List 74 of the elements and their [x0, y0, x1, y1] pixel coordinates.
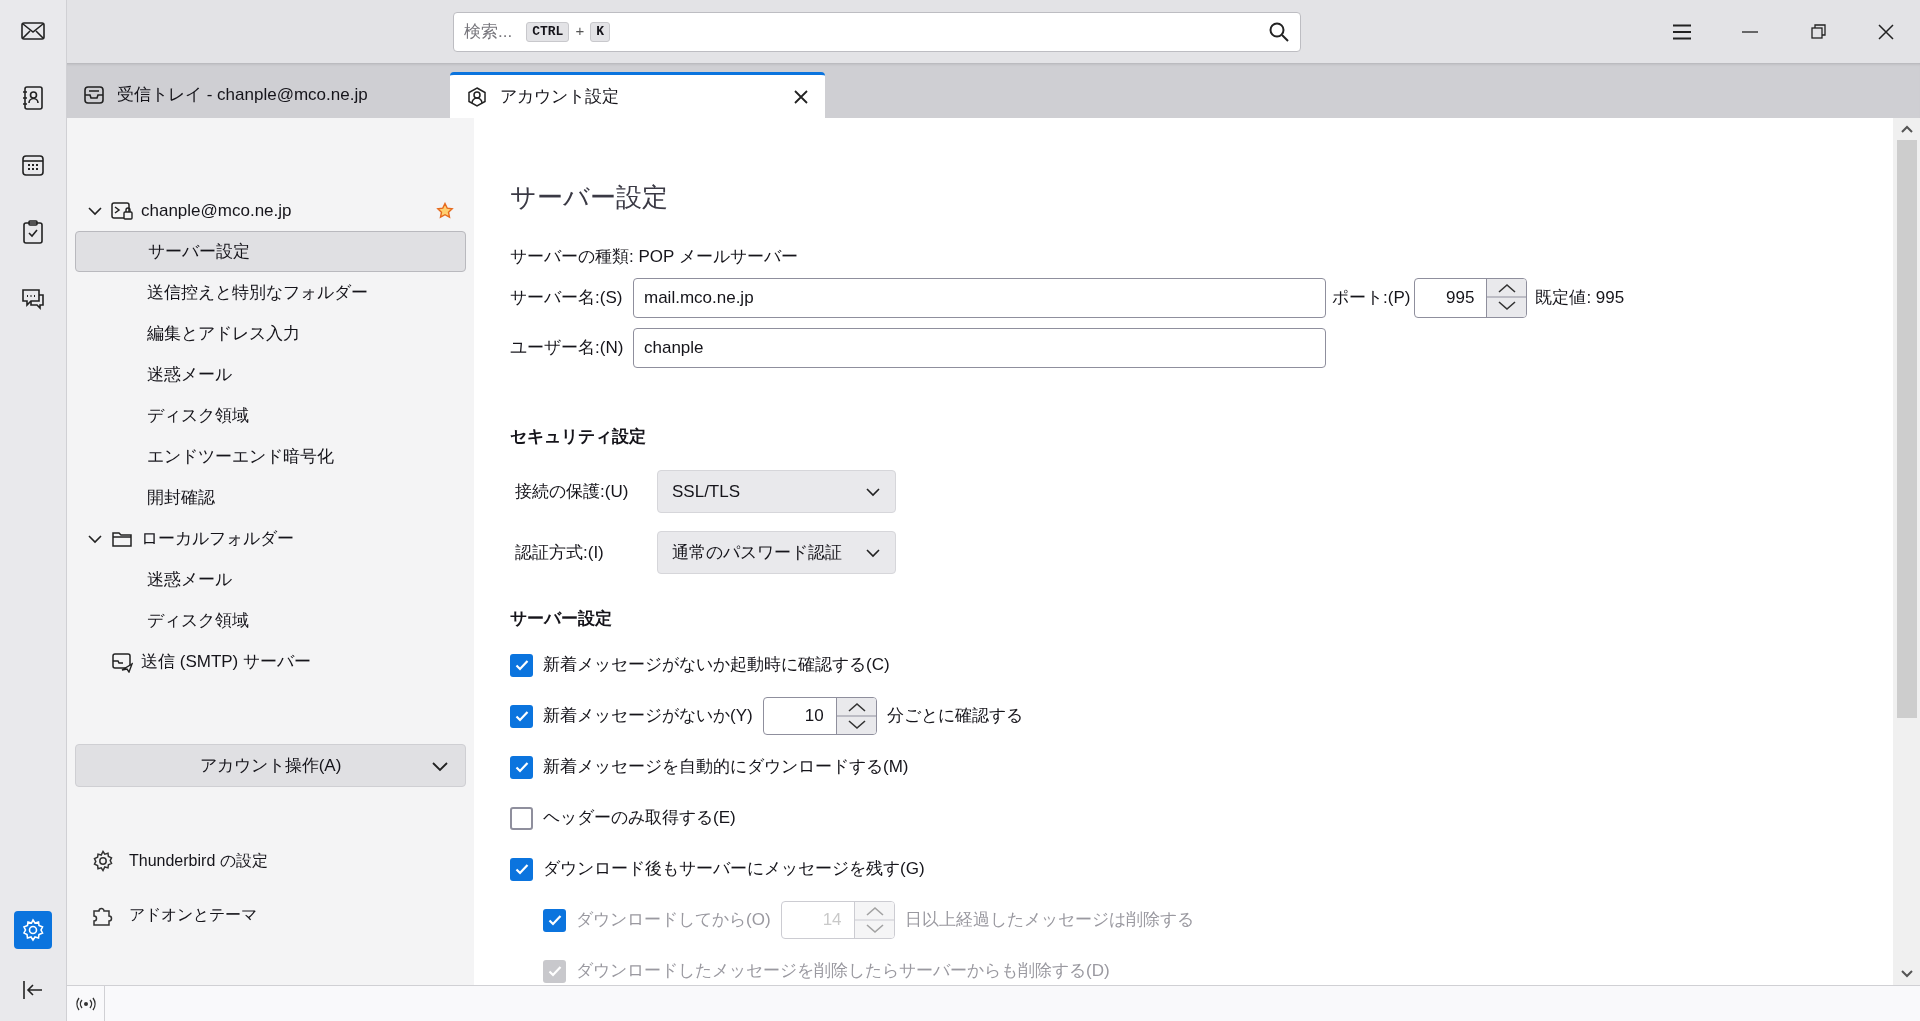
page-title: サーバー設定 — [510, 181, 669, 214]
tree-item[interactable]: ローカルフォルダー — [75, 518, 466, 559]
restore-icon[interactable] — [1810, 24, 1826, 39]
dropdown[interactable]: 通常のパスワード認証 — [657, 531, 896, 574]
search-icon[interactable] — [1268, 20, 1290, 43]
field-label: ポート:(P) — [1332, 286, 1411, 309]
option-label: ダウンロードしてから(O) — [576, 909, 771, 932]
tab[interactable]: アカウント設定 — [450, 72, 825, 118]
account-actions-button[interactable]: アカウント操作(A) — [75, 744, 466, 787]
field-label: ユーザー名:(N) — [510, 336, 625, 359]
plus-sign: + — [575, 21, 585, 42]
menu-icon[interactable] — [1672, 23, 1692, 40]
option-label: ヘッダーのみ取得する(E) — [543, 807, 736, 830]
settings-icon[interactable] — [14, 911, 52, 949]
tree-item[interactable]: 送信控えと特別なフォルダー — [75, 272, 466, 313]
checkbox[interactable] — [510, 806, 533, 830]
field-label: 接続の保護:(U) — [515, 480, 630, 503]
search-field[interactable]: 検索... CTRL + K — [453, 11, 1301, 52]
scrollbar[interactable] — [1893, 118, 1920, 985]
checkbox[interactable] — [510, 755, 533, 779]
option-label: 新着メッセージがないか(Y) — [543, 705, 753, 728]
inbox-icon — [83, 84, 105, 106]
outbox-icon — [111, 650, 133, 673]
tree-item[interactable]: 迷惑メール — [75, 559, 466, 600]
option-label: 新着メッセージを自動的にダウンロードする(M) — [543, 756, 909, 779]
close-icon[interactable] — [1878, 23, 1894, 40]
tree-item[interactable]: chanple@mco.ne.jp — [75, 190, 466, 231]
option-label: ダウンロード後もサーバーにメッセージを残す(G) — [543, 858, 925, 881]
tree-item[interactable]: 編集とアドレス入力 — [75, 313, 466, 354]
checkmark-icon — [513, 861, 530, 877]
section-heading: セキュリティ設定 — [510, 425, 647, 448]
option-label: 分ごとに確認する — [886, 705, 1023, 728]
dropdown[interactable]: SSL/TLS — [657, 470, 896, 513]
field-label: サーバー名:(S) — [510, 286, 624, 309]
tab[interactable]: 受信トレイ - chanple@mco.ne.jp — [67, 72, 447, 118]
checkmark-icon — [513, 759, 530, 775]
radio-signal-icon[interactable] — [74, 996, 97, 1011]
footer-link[interactable]: アドオンとテーマ — [91, 899, 257, 931]
checkbox[interactable] — [510, 704, 533, 728]
shortcut-key: K — [590, 21, 610, 42]
checkmark-icon — [513, 657, 530, 673]
user-icon — [466, 85, 488, 108]
checkmark-icon — [546, 912, 563, 928]
option-label: 新着メッセージがないか起動時に確認する(C) — [543, 654, 890, 677]
scroll-down-icon[interactable] — [1899, 969, 1914, 979]
tree-item[interactable]: 迷惑メール — [75, 354, 466, 395]
checkbox[interactable] — [510, 857, 533, 881]
checkmark-icon — [546, 963, 563, 979]
tree-item[interactable]: 送信 (SMTP) サーバー — [75, 641, 466, 682]
mail-account-icon — [111, 199, 133, 222]
tree-item[interactable]: 開封確認 — [75, 477, 466, 518]
tree-item[interactable]: ディスク領域 — [75, 600, 466, 641]
tree-item[interactable]: サーバー設定 — [75, 231, 466, 272]
settings-icon — [91, 849, 115, 873]
server-type-text: サーバーの種類: POP メールサーバー — [510, 246, 799, 268]
checkmark-icon — [513, 708, 530, 724]
user-name-field[interactable]: chanple — [633, 327, 1326, 368]
search-placeholder: 検索... — [464, 20, 513, 43]
section-heading: サーバー設定 — [510, 608, 613, 630]
checkbox[interactable] — [510, 653, 533, 677]
field-label: 認証方式:(I) — [515, 541, 605, 564]
number-spinner[interactable]: 10 — [762, 697, 877, 735]
close-tab-icon[interactable] — [793, 88, 809, 105]
shortcut-key: CTRL — [526, 21, 570, 42]
minimize-icon[interactable] — [1742, 30, 1758, 33]
scroll-up-icon[interactable] — [1899, 124, 1914, 134]
option-label: 日以上経過したメッセージは削除する — [904, 909, 1194, 932]
default-port-text: 既定値: 995 — [1535, 286, 1625, 309]
option-label: ダウンロードしたメッセージを削除したらサーバーからも削除する(D) — [576, 960, 1110, 983]
tree-item[interactable]: エンドツーエンド暗号化 — [75, 436, 466, 477]
tree-item[interactable]: ディスク領域 — [75, 395, 466, 436]
footer-link[interactable]: Thunderbird の設定 — [91, 845, 268, 877]
port-spinner[interactable]: 995 — [1414, 277, 1528, 318]
server-name-field[interactable]: mail.mco.ne.jp — [633, 277, 1326, 318]
